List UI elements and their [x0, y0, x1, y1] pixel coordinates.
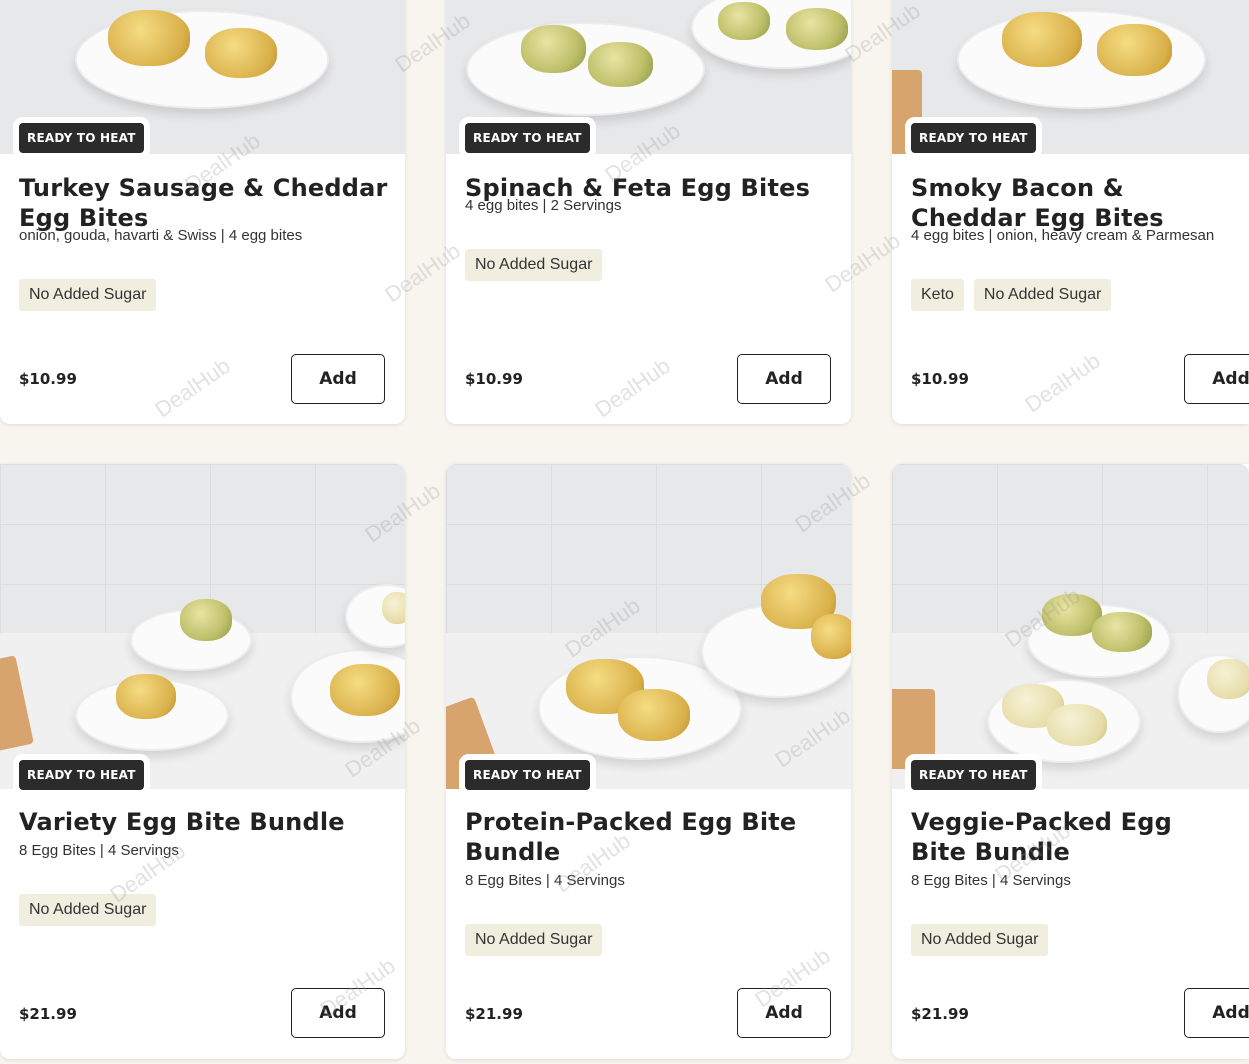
tag: No Added Sugar: [19, 279, 157, 311]
ready-to-heat-badge: READY TO HEAT: [911, 123, 1036, 153]
egg-bite: [521, 25, 586, 73]
product-card[interactable]: READY TO HEAT Protein-Packed Egg Bite Bu…: [446, 464, 851, 1059]
product-title[interactable]: Smoky Bacon & Cheddar Egg Bites: [911, 173, 1235, 233]
egg-bite: [1047, 704, 1107, 746]
egg-bite: [180, 599, 232, 641]
product-card[interactable]: READY TO HEAT Spinach & Feta Egg Bites 4…: [446, 0, 851, 424]
egg-bite: [205, 28, 277, 78]
product-price: $21.99: [19, 1005, 77, 1023]
cutting-board: [892, 689, 935, 769]
tag: No Added Sugar: [973, 279, 1112, 311]
ready-to-heat-badge: READY TO HEAT: [911, 760, 1036, 790]
tag: Keto: [911, 279, 964, 311]
add-button[interactable]: Add: [291, 354, 385, 404]
tag-list: No Added Sugar: [465, 249, 603, 281]
add-button[interactable]: Add: [1184, 988, 1249, 1038]
tag: No Added Sugar: [465, 249, 603, 281]
tag: No Added Sugar: [465, 924, 603, 956]
product-description: 8 Egg Bites | 4 Servings: [911, 872, 1071, 889]
product-price: $10.99: [465, 370, 523, 388]
tag-list: No Added Sugar: [19, 279, 157, 311]
product-description: 4 egg bites | onion, heavy cream & Parme…: [911, 227, 1215, 244]
product-photo[interactable]: [446, 464, 851, 789]
egg-bite: [718, 2, 770, 40]
plate: [466, 22, 705, 116]
egg-bite: [330, 664, 400, 716]
ready-to-heat-badge: READY TO HEAT: [465, 760, 590, 790]
ready-to-heat-badge: READY TO HEAT: [19, 760, 144, 790]
egg-bite: [116, 674, 176, 719]
add-button[interactable]: Add: [1184, 354, 1249, 404]
product-title[interactable]: Turkey Sausage & Cheddar Egg Bites: [19, 173, 391, 233]
egg-bite: [1207, 659, 1249, 699]
product-price: $21.99: [911, 1005, 969, 1023]
ready-to-heat-badge: READY TO HEAT: [465, 123, 590, 153]
egg-bite: [382, 592, 405, 624]
egg-bite: [1002, 12, 1082, 67]
egg-bite: [588, 42, 653, 87]
product-card[interactable]: READY TO HEAT Veggie-Packed Egg Bite Bun…: [892, 464, 1249, 1059]
add-button[interactable]: Add: [737, 988, 831, 1038]
product-description: onion, gouda, havarti & Swiss | 4 egg bi…: [19, 227, 303, 244]
tag-list: No Added Sugar: [19, 894, 157, 926]
product-title[interactable]: Protein-Packed Egg Bite Bundle: [465, 807, 837, 867]
product-card[interactable]: READY TO HEAT Turkey Sausage & Cheddar E…: [0, 0, 405, 424]
egg-bite: [108, 10, 190, 66]
product-photo[interactable]: [0, 464, 405, 789]
product-title[interactable]: Variety Egg Bite Bundle: [19, 807, 391, 837]
egg-bite: [811, 614, 851, 659]
tag-list: No Added Sugar: [911, 924, 1049, 956]
product-title[interactable]: Veggie-Packed Egg Bite Bundle: [911, 807, 1235, 867]
add-button[interactable]: Add: [291, 988, 385, 1038]
product-card[interactable]: READY TO HEAT Variety Egg Bite Bundle 8 …: [0, 464, 405, 1059]
product-price: $10.99: [911, 370, 969, 388]
tag-list: No Added Sugar: [465, 924, 603, 956]
tag-list: Keto No Added Sugar: [911, 279, 1112, 311]
product-price: $10.99: [19, 370, 77, 388]
product-description: 8 Egg Bites | 4 Servings: [19, 842, 179, 859]
product-card[interactable]: READY TO HEAT Smoky Bacon & Cheddar Egg …: [892, 0, 1249, 424]
product-description: 8 Egg Bites | 4 Servings: [465, 872, 625, 889]
tag: No Added Sugar: [19, 894, 157, 926]
egg-bite: [1092, 612, 1152, 652]
ready-to-heat-badge: READY TO HEAT: [19, 123, 144, 153]
tag: No Added Sugar: [911, 924, 1049, 956]
product-price: $21.99: [465, 1005, 523, 1023]
egg-bite: [1097, 24, 1172, 76]
product-photo[interactable]: [892, 464, 1249, 789]
product-description: 4 egg bites | 2 Servings: [465, 197, 622, 214]
add-button[interactable]: Add: [737, 354, 831, 404]
egg-bite: [786, 8, 848, 50]
egg-bite: [618, 689, 690, 741]
